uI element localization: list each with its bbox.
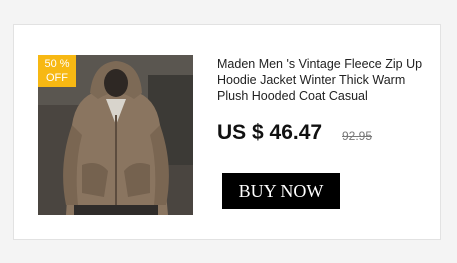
buy-now-button[interactable]: BUY NOW (222, 173, 340, 209)
discount-percent: 50 % (44, 58, 70, 70)
product-image[interactable]: 50 % OFF (38, 55, 193, 215)
original-price: 92.95 (342, 129, 373, 143)
discount-off-label: OFF (46, 72, 68, 84)
current-price: US $ 46.47 (217, 121, 323, 144)
product-title[interactable]: Maden Men 's Vintage Fleece Zip Up Hoodi… (217, 56, 437, 104)
discount-badge: 50 % OFF (38, 55, 76, 87)
product-card: 50 % OFF Maden Men 's Vintage Fleece Zip… (13, 24, 441, 240)
